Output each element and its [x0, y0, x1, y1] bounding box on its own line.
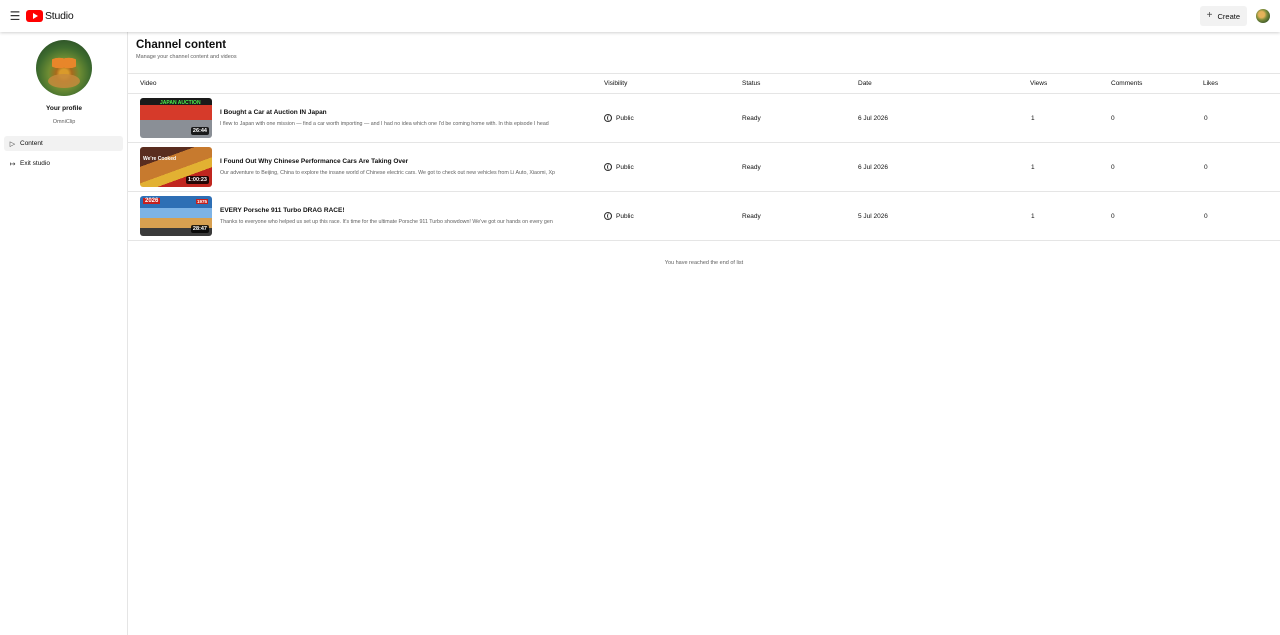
- comments-cell: 0: [1111, 213, 1115, 220]
- page-title: Channel content: [136, 39, 227, 51]
- video-duration: 28:47: [190, 225, 209, 233]
- table-header: Video Visibility Status Date Views Comme…: [128, 73, 1280, 94]
- video-thumbnail[interactable]: We're Cooked 1:00:23: [140, 147, 212, 187]
- video-description: I flew to Japan with one mission — find …: [220, 121, 549, 127]
- page-subtitle: Manage your channel content and videos: [136, 54, 237, 60]
- profile-channel-name: OmniClip: [52, 119, 76, 125]
- globe-icon: [604, 114, 612, 122]
- table-row[interactable]: 2026 1975 28:47 EVERY Porsche 911 Turbo …: [128, 192, 1280, 241]
- date-cell: 6 Jul 2026: [858, 115, 888, 122]
- sidebar-item-content[interactable]: ▷ Content: [4, 136, 123, 151]
- create-button[interactable]: + Create: [1199, 6, 1247, 26]
- plus-icon: +: [1206, 10, 1213, 21]
- sidebar-item-label: Content: [20, 140, 43, 147]
- column-header-likes[interactable]: Likes: [1203, 80, 1218, 87]
- visibility-cell[interactable]: Public: [604, 114, 634, 122]
- globe-icon: [604, 163, 612, 171]
- globe-icon: [604, 212, 612, 220]
- visibility-label: Public: [616, 114, 634, 122]
- hamburger-icon[interactable]: ☰: [4, 5, 26, 27]
- video-thumbnail[interactable]: JAPAN AUCTION 26:44: [140, 98, 212, 138]
- thumbnail-text: We're Cooked: [143, 156, 177, 162]
- video-icon: ▷: [9, 140, 16, 148]
- visibility-cell[interactable]: Public: [604, 163, 634, 171]
- likes-cell: 0: [1204, 164, 1208, 171]
- account-avatar[interactable]: [1256, 9, 1270, 23]
- visibility-cell[interactable]: Public: [604, 212, 634, 220]
- sidebar-item-label: Exit studio: [20, 160, 50, 167]
- likes-cell: 0: [1204, 213, 1208, 220]
- profile-title: Your profile: [46, 105, 82, 112]
- video-title[interactable]: EVERY Porsche 911 Turbo DRAG RACE!: [220, 207, 345, 214]
- video-thumbnail[interactable]: 2026 1975 28:47: [140, 196, 212, 236]
- end-of-list-note: You have reached the end of list: [664, 260, 744, 266]
- studio-logo[interactable]: Studio: [26, 10, 74, 22]
- date-cell: 6 Jul 2026: [858, 164, 888, 171]
- column-header-visibility[interactable]: Visibility: [604, 80, 627, 87]
- table-row[interactable]: JAPAN AUCTION 26:44 I Bought a Car at Au…: [128, 94, 1280, 143]
- video-duration: 1:00:23: [186, 176, 209, 184]
- visibility-label: Public: [616, 212, 634, 220]
- video-title[interactable]: I Found Out Why Chinese Performance Cars…: [220, 158, 408, 165]
- status-cell: Ready: [742, 164, 761, 171]
- views-cell: 1: [1031, 213, 1035, 220]
- exit-icon: ↦: [9, 160, 16, 168]
- main-content: Channel content Manage your channel cont…: [128, 32, 1280, 635]
- date-cell: 5 Jul 2026: [858, 213, 888, 220]
- status-cell: Ready: [742, 115, 761, 122]
- video-description: Thanks to everyone who helped us set up …: [220, 219, 553, 225]
- column-header-date[interactable]: Date: [858, 80, 872, 87]
- column-header-status[interactable]: Status: [742, 80, 760, 87]
- video-duration: 26:44: [190, 127, 209, 135]
- comments-cell: 0: [1111, 164, 1115, 171]
- thumbnail-text-secondary: 1975: [195, 199, 208, 204]
- status-cell: Ready: [742, 213, 761, 220]
- profile-avatar[interactable]: [36, 40, 92, 96]
- views-cell: 1: [1031, 115, 1035, 122]
- video-table: Video Visibility Status Date Views Comme…: [128, 73, 1280, 241]
- youtube-logo-icon: [26, 10, 43, 22]
- column-header-views[interactable]: Views: [1030, 80, 1047, 87]
- comments-cell: 0: [1111, 115, 1115, 122]
- video-description: Our adventure to Beijing, China to explo…: [220, 170, 555, 176]
- sidebar-item-exit-studio[interactable]: ↦ Exit studio: [4, 156, 123, 171]
- top-bar: ☰ Studio + Create: [0, 0, 1280, 32]
- thumbnail-text: JAPAN AUCTION: [160, 100, 201, 106]
- column-header-comments[interactable]: Comments: [1111, 80, 1142, 87]
- views-cell: 1: [1031, 164, 1035, 171]
- table-row[interactable]: We're Cooked 1:00:23 I Found Out Why Chi…: [128, 143, 1280, 192]
- thumbnail-text: 2026: [143, 198, 161, 204]
- column-header-video[interactable]: Video: [140, 80, 157, 87]
- create-button-label: Create: [1217, 11, 1240, 21]
- likes-cell: 0: [1204, 115, 1208, 122]
- sidebar: Your profile OmniClip ▷ Content ↦ Exit s…: [0, 32, 128, 635]
- video-title[interactable]: I Bought a Car at Auction IN Japan: [220, 109, 327, 116]
- visibility-label: Public: [616, 163, 634, 171]
- app-name: Studio: [45, 10, 74, 22]
